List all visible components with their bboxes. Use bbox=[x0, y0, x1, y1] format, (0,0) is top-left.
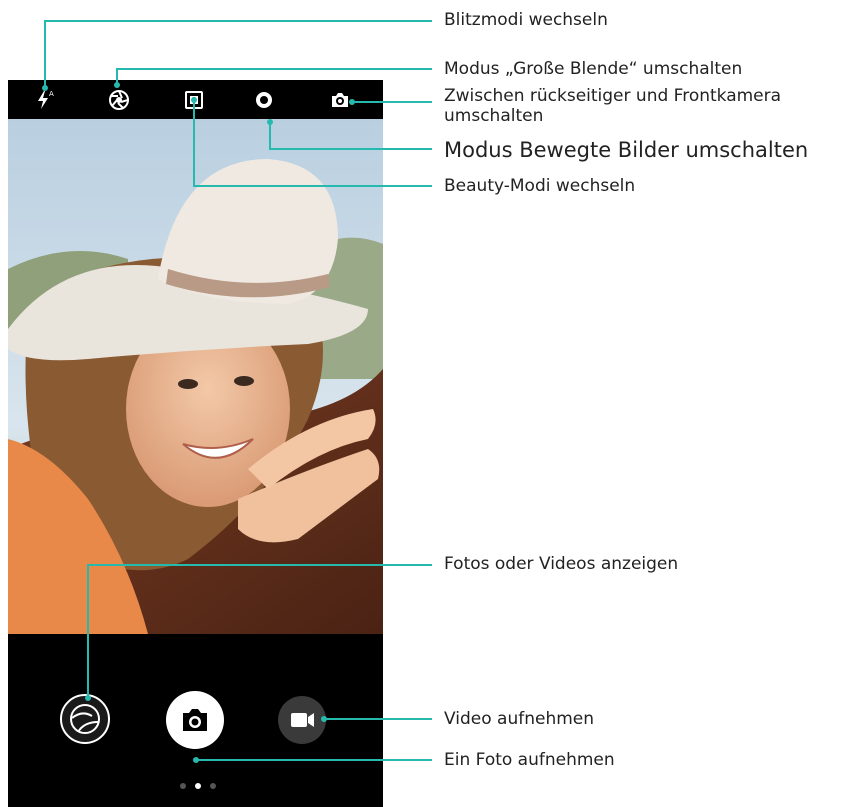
camera-controls bbox=[8, 634, 383, 807]
camera-viewfinder bbox=[8, 119, 383, 634]
callout-flash-modes: Blitzmodi wechseln bbox=[444, 10, 608, 30]
camera-screen: A bbox=[8, 80, 383, 807]
mode-pager bbox=[180, 783, 220, 791]
callout-beauty-modes: Beauty-Modi wechseln bbox=[444, 176, 636, 196]
callout-aperture-mode: Modus „Große Blende“ umschalten bbox=[444, 59, 743, 79]
callout-record-video: Video aufnehmen bbox=[444, 709, 595, 729]
callout-switch-camera: Zwischen rückseitiger und Frontkamera um… bbox=[444, 86, 782, 126]
shutter-button[interactable] bbox=[166, 691, 224, 749]
video-camera-icon bbox=[291, 713, 314, 727]
camera-shutter-icon bbox=[183, 709, 207, 731]
gallery-thumbnail-icon bbox=[70, 704, 100, 734]
pager-dot[interactable] bbox=[210, 783, 216, 789]
camera-top-bar: A bbox=[8, 80, 383, 119]
callout-moving-pictures: Modus Bewegte Bilder umschalten bbox=[444, 138, 809, 162]
switch-camera-icon[interactable] bbox=[328, 88, 352, 112]
gallery-button[interactable] bbox=[60, 694, 110, 744]
svg-text:A: A bbox=[49, 90, 54, 98]
callout-gallery: Fotos oder Videos anzeigen bbox=[444, 554, 679, 574]
callout-take-photo: Ein Foto aufnehmen bbox=[444, 750, 615, 770]
pager-dot-active[interactable] bbox=[195, 783, 201, 789]
moving-picture-icon[interactable] bbox=[252, 88, 276, 112]
aperture-icon[interactable] bbox=[107, 88, 131, 112]
beauty-mode-icon[interactable] bbox=[182, 88, 206, 112]
pager-dot[interactable] bbox=[180, 783, 186, 789]
flash-auto-icon[interactable]: A bbox=[33, 88, 57, 112]
video-record-button[interactable] bbox=[278, 696, 326, 744]
